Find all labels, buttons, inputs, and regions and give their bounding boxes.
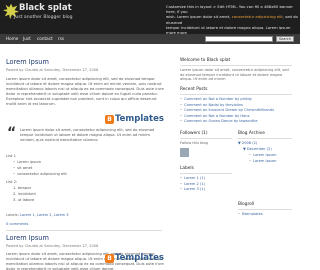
site-header: Black splat Just another Blogger blog Cu… bbox=[0, 0, 300, 34]
label-link[interactable]: Lorem 3 bbox=[54, 213, 69, 217]
label-link[interactable]: Lorem 2 (1) bbox=[180, 182, 205, 186]
recent-post-link[interactable]: Comment on Not a Number by priddy bbox=[180, 97, 252, 101]
promo-line-3: tempor incididunt ut labore et dolore ma… bbox=[166, 24, 291, 34]
blogroll-link[interactable]: Btemplates bbox=[238, 212, 263, 216]
recent-post-link[interactable]: Comment on Innocent Dream by ChrismithBr… bbox=[180, 108, 274, 112]
sidebar-divider bbox=[180, 173, 232, 174]
list-item: consectetur adipisicing elit bbox=[13, 172, 67, 176]
nav-item-just[interactable]: Just bbox=[23, 36, 31, 41]
post-2: Lorem Ipsum Posted by Claudia at Saturda… bbox=[6, 234, 166, 270]
post-title[interactable]: Lorem Ipsum bbox=[6, 234, 166, 242]
search-input[interactable] bbox=[205, 35, 273, 42]
promo-line-2: wish. Lorem ipsum dolor sit amet, consec… bbox=[166, 14, 298, 25]
archive-month[interactable]: ▼ December (2) bbox=[243, 147, 272, 151]
post-labels: Labels: Lorem 1, Lorem 2, Lorem 3 bbox=[6, 213, 69, 217]
btemplates-b-icon: B bbox=[105, 253, 114, 263]
post-blockquote: Lorem ipsum dolor sit amet, consectetur … bbox=[20, 128, 155, 142]
archive-post-link[interactable]: Lorem Ipsum bbox=[249, 159, 276, 163]
btemplates-banner-text: Templates bbox=[115, 253, 164, 263]
follower-avatar[interactable] bbox=[180, 148, 189, 157]
nav-item-home[interactable]: Home bbox=[6, 36, 18, 41]
post-title[interactable]: Lorem Ipsum bbox=[6, 58, 166, 66]
archive-year[interactable]: ▼ 2008 (2) bbox=[238, 141, 257, 145]
btemplates-banner[interactable]: B Templates bbox=[105, 114, 166, 124]
recent-post-link[interactable]: Comment on Not a Number by Hans bbox=[180, 114, 249, 118]
blog-page: Black splat Just another Blogger blog Cu… bbox=[0, 0, 300, 270]
archive-post-link[interactable]: Lorem Ipsum bbox=[249, 153, 276, 157]
nav-item-contact[interactable]: contact bbox=[37, 36, 53, 41]
blog-archive-title: Blog Archive bbox=[238, 131, 265, 136]
followers-title: Followers (1) bbox=[180, 131, 208, 136]
btemplates-b-icon: B bbox=[105, 114, 114, 124]
header-promo-text: Customize this in layout > Edit HTML. Yo… bbox=[166, 4, 298, 34]
blogroll-title: Blogroll bbox=[238, 202, 255, 207]
follow-blog-text: Follow this blog bbox=[180, 141, 208, 145]
post-body: Lorem ipsum dolor sit amet, consectetur … bbox=[6, 77, 164, 106]
label-link[interactable]: Lorem 3 (1) bbox=[180, 187, 205, 191]
search-button[interactable]: Search bbox=[276, 35, 294, 42]
list-item: 3. ut labore bbox=[13, 198, 35, 202]
post-meta: Posted by Claudia at Saturday, December … bbox=[6, 68, 99, 72]
list-item: Lorem ipsum bbox=[13, 160, 41, 164]
comments-link[interactable]: 0 comments bbox=[6, 222, 28, 226]
promo-line-1: Customize this in layout > Edit HTML. Yo… bbox=[166, 4, 293, 15]
quote-mark-icon: “ bbox=[7, 125, 17, 141]
sidebar-divider bbox=[180, 94, 292, 95]
top-nav: Home Just contact rss Search bbox=[0, 34, 300, 44]
list-1-label: List 1 bbox=[6, 154, 16, 158]
btemplates-banner[interactable]: B Templates bbox=[105, 253, 164, 263]
labels-prefix: Labels: bbox=[6, 213, 19, 217]
sidebar-divider bbox=[180, 138, 232, 139]
post-divider bbox=[6, 230, 162, 231]
site-title[interactable]: Black splat bbox=[19, 3, 72, 13]
list-2-label: List 2: bbox=[6, 180, 18, 184]
list-item: 1. tempor bbox=[13, 186, 32, 190]
sidebar-divider bbox=[238, 209, 292, 210]
list-item: 2. incididunt bbox=[13, 192, 36, 196]
labels-title: Labels bbox=[180, 166, 194, 171]
welcome-text: Lorem ipsum dolor sit amet, consectetur … bbox=[180, 68, 289, 82]
sidebar-divider bbox=[238, 138, 292, 139]
promo-highlight-link[interactable]: consectetur adipisicing elit bbox=[232, 14, 283, 19]
btemplates-banner-text: Templates bbox=[115, 114, 164, 124]
label-link[interactable]: Lorem 1 (1) bbox=[180, 176, 205, 180]
label-link[interactable]: Lorem 2 bbox=[37, 213, 52, 217]
recent-post-link[interactable]: Comment on Nadal by theviolins bbox=[180, 103, 243, 107]
sidebar-divider bbox=[180, 65, 292, 66]
recent-posts-title: Recent Posts bbox=[180, 87, 208, 92]
nav-item-rss[interactable]: rss bbox=[58, 36, 64, 41]
list-item: sit amet bbox=[13, 166, 32, 170]
post-meta: Posted by Claudia at Saturday, December … bbox=[6, 244, 99, 248]
recent-post-link[interactable]: Comment on Ocean Dance by lawsonthe bbox=[180, 119, 258, 123]
site-description: Just another Blogger blog bbox=[14, 15, 73, 20]
main-column: Lorem Ipsum Posted by Claudia at Saturda… bbox=[6, 58, 166, 124]
welcome-title: Welcome to Black splat bbox=[180, 58, 231, 63]
label-link[interactable]: Lorem 1 bbox=[20, 213, 35, 217]
